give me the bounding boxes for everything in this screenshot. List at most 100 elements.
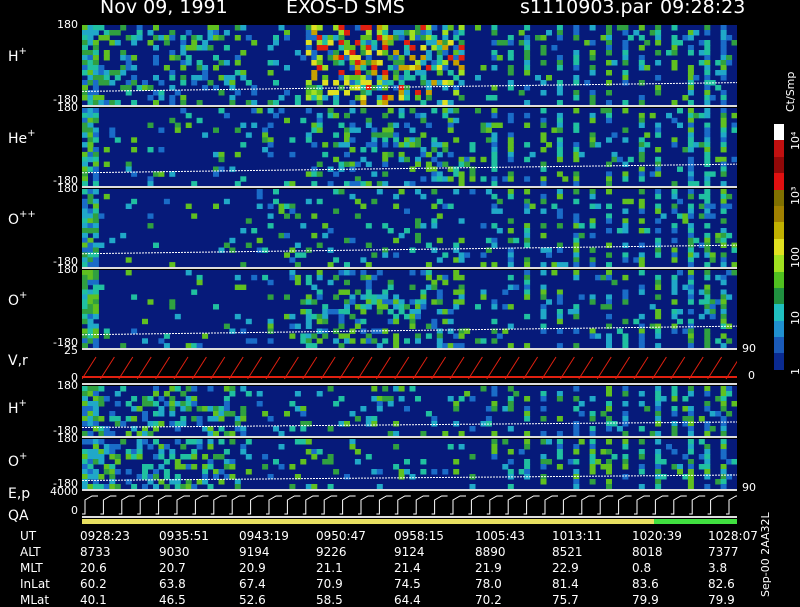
- spectrogram-cell: [300, 223, 307, 229]
- spectrogram-cell: [393, 132, 400, 138]
- spectrogram-cell: [92, 257, 99, 263]
- spectrogram-cell: [453, 60, 460, 66]
- spectrogram-cell: [693, 237, 700, 244]
- spectrogram-cell: [153, 75, 159, 81]
- spectrogram-cell: [638, 151, 645, 158]
- spectrogram-cell: [125, 85, 132, 91]
- spectrogram-cell: [376, 35, 383, 41]
- spectrogram-cell: [682, 35, 689, 41]
- spectrogram-cell: [556, 112, 563, 119]
- spectrogram-cell: [704, 90, 711, 96]
- spectrogram-cell: [458, 444, 465, 450]
- spectrogram-cell: [338, 40, 345, 46]
- spectrogram-cell: [671, 60, 678, 66]
- spectrogram-cell: [120, 439, 127, 445]
- spectrogram-cell: [82, 232, 88, 239]
- spectrogram-cell: [595, 142, 602, 148]
- spectrogram-cell: [196, 421, 203, 427]
- spectrogram-cell: [92, 386, 99, 392]
- table-cell: 20.6: [80, 561, 107, 575]
- spectrogram-cell: [338, 122, 345, 128]
- spectrogram-cell: [180, 45, 187, 51]
- table-cell: 9030: [159, 545, 190, 559]
- spectrogram-cell: [524, 289, 531, 295]
- spectrogram-cell: [147, 122, 154, 128]
- spectrogram-cell: [185, 270, 192, 276]
- spectrogram-cell: [485, 137, 492, 143]
- spectrogram-cell: [376, 75, 383, 81]
- spectrogram-cell: [382, 223, 389, 229]
- spectrogram-cell: [425, 35, 432, 41]
- spectrogram-cell: [114, 459, 121, 465]
- spectrogram-cell: [218, 469, 225, 475]
- spectrogram-cell: [376, 30, 383, 36]
- spectrogram-cell: [524, 284, 531, 290]
- spectrogram-cell: [507, 469, 514, 475]
- spectrogram-cell: [447, 40, 454, 46]
- spectrogram-cell: [556, 189, 563, 195]
- spectrogram-cell: [655, 469, 662, 475]
- spectrogram-cell: [87, 294, 94, 300]
- spectrogram-cell: [245, 338, 252, 344]
- spectrogram-cell: [606, 338, 612, 344]
- spectrogram-cell: [698, 40, 705, 46]
- spectrogram-cell: [409, 65, 416, 71]
- spectrogram-cell: [671, 421, 678, 427]
- spectrogram-cell: [92, 108, 99, 114]
- spectrogram-cell: [436, 299, 443, 305]
- spectrogram-cell: [180, 40, 187, 46]
- spectrogram-cell: [311, 85, 318, 91]
- spectrogram-cell: [595, 333, 602, 339]
- spectrogram-cell: [704, 108, 711, 114]
- spectrogram-cell: [720, 479, 727, 485]
- spectrogram-cell: [622, 439, 629, 445]
- spectrogram-cell: [131, 416, 138, 422]
- spectrogram-cell: [425, 333, 432, 339]
- spectrogram-cell: [573, 108, 580, 114]
- spectrogram-cell: [720, 232, 727, 239]
- spectrogram-cell: [453, 289, 460, 295]
- spectrogram-cell: [294, 242, 301, 248]
- spectrogram-cell: [87, 257, 94, 263]
- spectrogram-cell: [573, 171, 580, 177]
- spectrogram-cell: [453, 257, 460, 263]
- spectrogram-cell: [202, 70, 209, 76]
- spectrogram-cell: [103, 464, 110, 470]
- spectrogram-cell: [409, 474, 416, 480]
- spectrogram-cell: [404, 75, 410, 81]
- colorbar-swatch: [774, 287, 784, 305]
- spectrogram-cell: [98, 284, 105, 290]
- spectrogram-cell: [606, 449, 612, 455]
- spectrogram-cell: [147, 421, 154, 427]
- spectrogram-cell: [404, 137, 410, 143]
- table-cell: 0958:15: [394, 529, 444, 543]
- spectrogram-cell: [163, 469, 170, 475]
- spectrogram-cell: [316, 122, 323, 128]
- spectrogram-cell: [420, 270, 427, 276]
- spectrogram-cell: [442, 40, 449, 46]
- spectrogram-cell: [365, 80, 372, 86]
- spectrogram-cell: [87, 469, 94, 475]
- spectrogram-cell: [720, 35, 727, 41]
- spectrogram-cell: [611, 60, 618, 66]
- spectrogram-cell: [354, 60, 361, 66]
- spectrogram-cell: [671, 35, 678, 41]
- spectrogram-cell: [606, 171, 612, 177]
- spectrogram-cell: [87, 328, 94, 334]
- spectrogram-cell: [655, 333, 662, 339]
- spectrogram-cell: [82, 474, 88, 480]
- spectrogram-cell: [262, 132, 269, 138]
- spectrogram-cell: [409, 127, 416, 133]
- spectrogram-cell: [92, 208, 99, 214]
- spectrogram-cell: [360, 35, 367, 41]
- spectrogram-cell: [573, 151, 580, 158]
- spectrogram-cell: [202, 75, 209, 81]
- spectrogram-cell: [207, 464, 214, 470]
- spectrogram-cell: [431, 166, 438, 172]
- spectrogram-cell: [540, 132, 547, 138]
- spectrogram-cell: [354, 40, 361, 46]
- spectrogram-cell: [92, 65, 99, 71]
- spectrogram-cell: [109, 444, 116, 450]
- spectrogram-cell: [589, 454, 596, 460]
- spectrogram-cell: [251, 90, 258, 96]
